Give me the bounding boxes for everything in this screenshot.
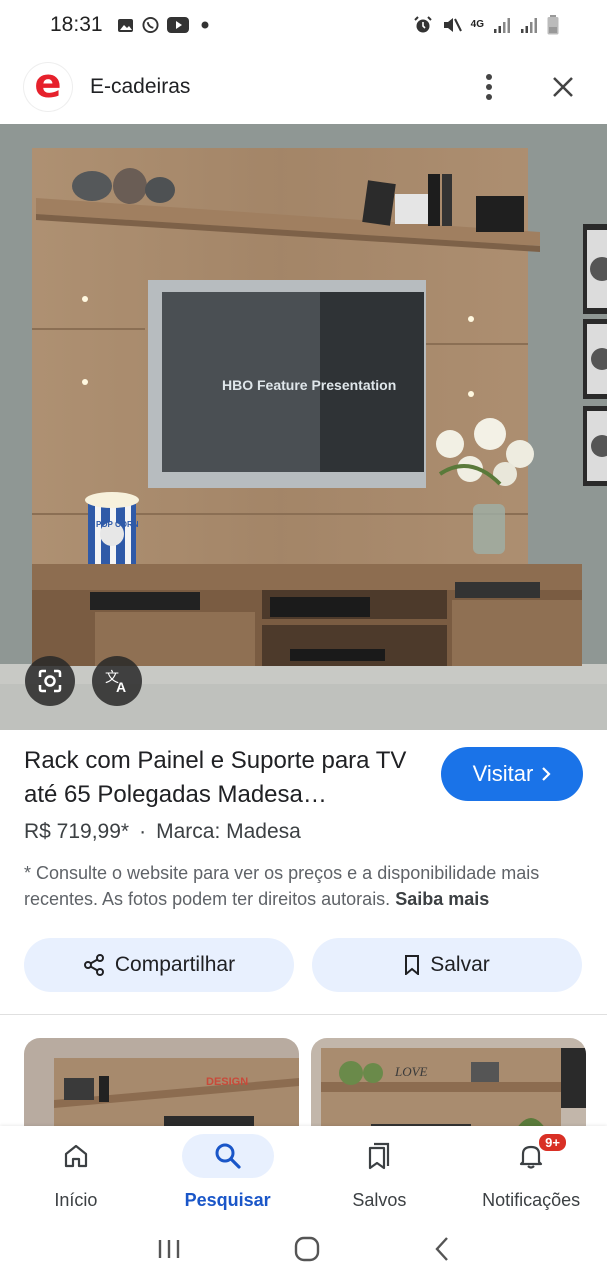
bottom-navigation: Início Pesquisar Salvos 9+ Notificações: [0, 1126, 607, 1222]
app-header: e E-cadeiras: [0, 52, 607, 122]
thumbnail-text: LOVE: [395, 1064, 428, 1079]
related-result-thumbnail[interactable]: DESIGN: [24, 1038, 299, 1138]
visit-button[interactable]: Visitar: [441, 747, 583, 801]
mute-icon: [442, 17, 462, 34]
nav-label: Notificações: [482, 1190, 581, 1210]
status-bar: 18:31 4G: [0, 0, 607, 50]
price-line: R$ 719,99* · Marca: Madesa: [24, 820, 301, 844]
bookmark-icon: [405, 955, 420, 975]
disclaimer: * Consulte o website para ver os preços …: [24, 860, 589, 912]
recent-apps-button[interactable]: [157, 1238, 181, 1265]
header-actions: [469, 67, 583, 107]
battery-icon: [547, 15, 559, 35]
nav-label: Salvos: [352, 1190, 407, 1210]
tv-screen-text: HBO Feature Presentation: [222, 377, 396, 393]
dot-icon: [197, 17, 214, 34]
save-button[interactable]: Salvar: [312, 938, 582, 992]
home-icon: [64, 1144, 87, 1168]
youtube-icon: [166, 17, 189, 34]
network-type: 4G: [470, 19, 484, 30]
home-system-button[interactable]: [294, 1236, 320, 1267]
whatsapp-icon: [142, 16, 159, 34]
more-options-button[interactable]: [469, 67, 509, 107]
google-lens-button[interactable]: [25, 656, 75, 706]
share-icon: [83, 954, 104, 976]
nav-notifications[interactable]: 9+ Notificações: [455, 1126, 607, 1222]
product-brand: Marca: Madesa: [156, 820, 301, 843]
logo-letter: e: [34, 61, 62, 107]
nav-saved[interactable]: Salvos: [304, 1126, 456, 1222]
share-label: Compartilhar: [114, 953, 236, 976]
site-name: E-cadeiras: [90, 75, 191, 98]
thumbnail-text: DESIGN: [206, 1076, 249, 1088]
site-logo[interactable]: e: [24, 63, 72, 111]
learn-more-link[interactable]: Saiba mais: [395, 889, 489, 909]
signal-icon: [520, 17, 538, 34]
status-right-icons: 4G: [413, 15, 559, 35]
product-image[interactable]: HBO Feature Presentation POP CORN: [0, 124, 607, 730]
price-separator: ·: [139, 820, 147, 843]
close-icon: [553, 77, 573, 97]
tv-rack-illustration: HBO Feature Presentation: [0, 124, 607, 730]
nav-label: Início: [54, 1190, 98, 1210]
chevron-right-icon: [542, 767, 551, 781]
signal-icon: [493, 17, 511, 34]
recent-apps-icon: [158, 1239, 180, 1258]
alarm-icon: [413, 16, 433, 34]
share-button[interactable]: Compartilhar: [24, 938, 294, 992]
more-vert-icon: [486, 74, 492, 100]
product-title: Rack com Painel e Suporte para TV até 65…: [24, 747, 407, 808]
translate-icon: 文 A: [105, 670, 126, 695]
nav-icon-container: [333, 1134, 425, 1178]
back-icon: [435, 1236, 449, 1261]
translate-button[interactable]: 文 A: [92, 656, 142, 706]
back-button[interactable]: [434, 1236, 450, 1267]
thumbnail-image: [311, 1038, 586, 1138]
status-time: 18:31: [50, 13, 103, 36]
svg-text:A: A: [116, 679, 126, 695]
status-left-icons: [117, 16, 214, 34]
save-label: Salvar: [430, 953, 490, 976]
nav-label: Pesquisar: [184, 1190, 271, 1210]
home-circle-icon: [295, 1236, 320, 1261]
product-price: R$ 719,99*: [24, 820, 130, 843]
notification-badge: 9+: [537, 1132, 568, 1153]
bookmarks-icon: [369, 1142, 390, 1170]
lens-icon: [38, 669, 62, 693]
popcorn-label: POP CORN: [96, 520, 139, 529]
visit-label: Visitar: [472, 761, 534, 786]
nav-icon-container: [30, 1134, 122, 1178]
close-button[interactable]: [543, 67, 583, 107]
image-icon: [117, 17, 134, 34]
nav-icon-container: 9+: [485, 1132, 577, 1178]
divider: [0, 1014, 607, 1015]
thumbnail-image: [24, 1038, 299, 1138]
search-icon: [215, 1143, 241, 1169]
system-navigation-bar: [0, 1222, 607, 1280]
related-result-thumbnail[interactable]: LOVE: [311, 1038, 586, 1138]
nav-search[interactable]: Pesquisar: [152, 1126, 304, 1222]
nav-icon-container: [181, 1134, 274, 1178]
nav-home[interactable]: Início: [0, 1126, 152, 1222]
